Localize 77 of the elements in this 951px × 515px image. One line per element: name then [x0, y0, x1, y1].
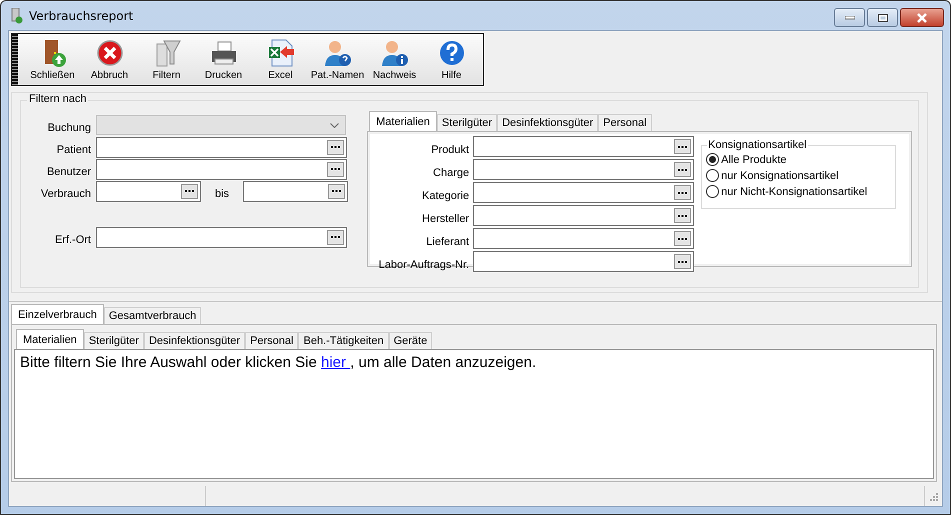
resize-grip-icon: [929, 492, 938, 500]
field-label: Benutzer: [46, 165, 91, 178]
tab[interactable]: Geräte: [388, 332, 432, 349]
window-title: Verbrauchsreport: [29, 8, 134, 22]
input-field[interactable]: [473, 136, 694, 157]
browse-button[interactable]: [327, 140, 344, 154]
radio-label: Alle Produkte: [721, 154, 787, 166]
toolbar-button[interactable]: Drucken: [195, 34, 252, 85]
toolbar-button[interactable]: Nachweis: [366, 34, 423, 85]
close-button[interactable]: [900, 8, 944, 27]
browse-button[interactable]: [328, 184, 345, 198]
tab[interactable]: Materialien: [369, 111, 437, 131]
toolbar-button[interactable]: Schließen: [24, 34, 81, 85]
browse-button[interactable]: [674, 231, 692, 246]
tab[interactable]: Beh.-Tätigkeiten: [298, 332, 389, 349]
info-message: Bitte filtern Sie Ihre Auswahl oder klicken Sie hier , um alle Daten anzuzeigen.: [20, 354, 538, 371]
field-label: Verbrauch: [40, 187, 91, 200]
field-label: Charge: [432, 166, 470, 180]
browse-button[interactable]: [327, 230, 344, 244]
field-label: Produkt: [430, 143, 470, 157]
group-title: Konsignationsartikel: [707, 139, 808, 151]
input-field[interactable]: [473, 228, 694, 249]
toolbar-button[interactable]: Hilfe: [423, 34, 480, 85]
tab[interactable]: Einzelverbrauch: [11, 304, 104, 324]
person-question-icon: [322, 38, 352, 68]
browse-button[interactable]: [674, 208, 692, 223]
field-label: Patient: [56, 143, 91, 156]
maximize-button[interactable]: [867, 8, 898, 27]
input-field[interactable]: [96, 226, 347, 248]
browse-button[interactable]: [674, 162, 692, 177]
field-label: Labor-Auftrags-Nr.: [378, 258, 470, 272]
tab[interactable]: Personal: [598, 114, 652, 131]
radio-label: nur Nicht-Konsignationsartikel: [721, 186, 868, 198]
chevron-down-icon: [330, 122, 339, 128]
radio-button[interactable]: [706, 169, 720, 182]
field-label: Kategorie: [421, 189, 470, 203]
toolbar-button[interactable]: Pat.-Namen: [309, 34, 366, 85]
input-field[interactable]: [473, 159, 694, 180]
field-label: Buchung: [46, 121, 91, 134]
input-field[interactable]: [96, 136, 347, 158]
toolbar-button[interactable]: Excel: [252, 34, 309, 85]
field-label: bis: [214, 187, 230, 200]
toolbar-button[interactable]: Abbruch: [81, 34, 138, 85]
minimize-icon: [844, 16, 854, 20]
tab[interactable]: Desinfektionsgüter: [497, 114, 598, 131]
field-label: Erf.-Ort: [54, 233, 91, 246]
maximize-icon: [878, 14, 888, 22]
tab[interactable]: Sterilgüter: [436, 114, 498, 131]
show-all-link[interactable]: hier: [320, 354, 350, 371]
field-label: Hersteller: [421, 212, 470, 226]
radio-label: nur Konsignationsartikel: [721, 170, 839, 182]
radio-button[interactable]: [706, 185, 720, 198]
input-field[interactable]: [243, 180, 348, 202]
minimize-button[interactable]: [834, 8, 865, 27]
input-field[interactable]: [473, 251, 694, 272]
tab[interactable]: Gesamtverbrauch: [104, 307, 202, 324]
browse-button[interactable]: [181, 184, 198, 198]
tab[interactable]: Personal: [245, 332, 298, 349]
person-info-icon: [380, 38, 410, 68]
toolbar-button[interactable]: Filtern: [138, 34, 195, 85]
tab[interactable]: Sterilgüter: [84, 332, 144, 349]
browse-button[interactable]: [674, 254, 692, 269]
group-title: Filtern nach: [27, 93, 88, 105]
browse-button[interactable]: [674, 139, 692, 154]
input-field[interactable]: [96, 180, 201, 202]
close-icon: [916, 12, 928, 22]
cancel-icon: [94, 38, 124, 68]
tab[interactable]: Materialien: [16, 329, 84, 349]
app-icon: [11, 8, 23, 24]
field-label: Lieferant: [425, 235, 470, 249]
tab[interactable]: Desinfektionsgüter: [144, 332, 246, 349]
radio-button[interactable]: [706, 153, 720, 166]
browse-button[interactable]: [674, 185, 692, 200]
browse-button[interactable]: [327, 162, 344, 176]
input-field[interactable]: [473, 205, 694, 226]
input-field[interactable]: [96, 158, 347, 180]
input-field[interactable]: [473, 182, 694, 203]
